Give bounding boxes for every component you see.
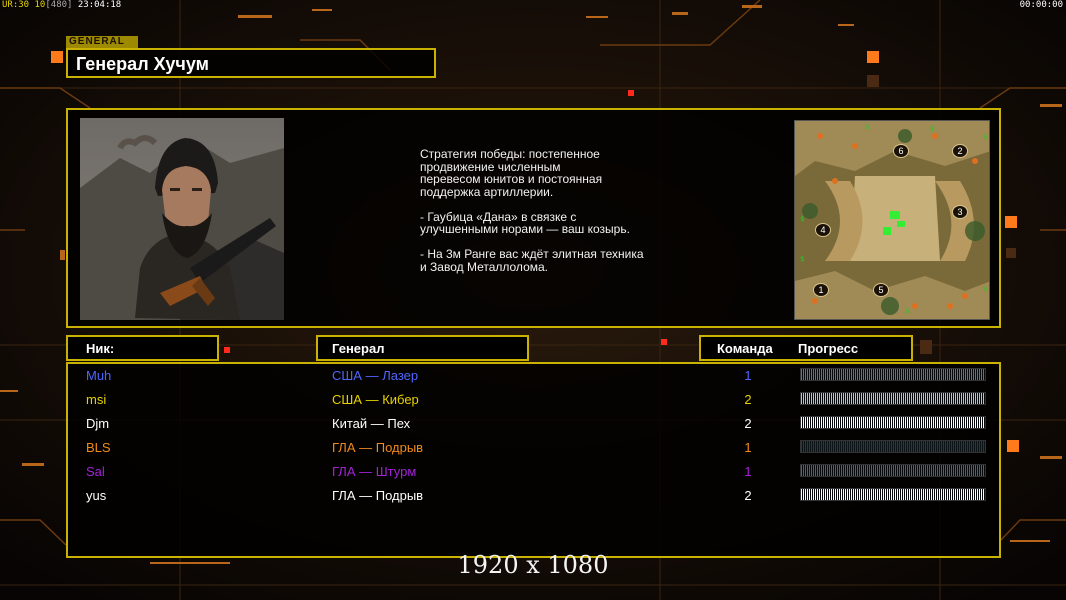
hud-bracket: [480] [45,0,73,10]
player-nick: yus [86,488,107,503]
player-nick: BLS [86,440,111,455]
start-position-marker: 3 [952,205,968,219]
player-row: Djm Китай — Пех 2 [68,412,999,436]
start-position-marker: 2 [952,144,968,158]
player-general: США — Кибер [332,392,419,407]
nick-header-label: Ник: [86,341,115,356]
player-nick: Muh [86,368,112,383]
svg-text:$: $ [983,285,987,293]
general-tag: GENERAL [66,36,138,48]
player-nick: msi [86,392,107,407]
player-general: ГЛА — Подрыв [332,440,424,455]
svg-text:$: $ [800,255,804,263]
resolution-caption: 1920 x 1080 [457,551,609,579]
player-progress-bar [800,488,986,501]
team-header-label: Команда [717,341,773,356]
svg-text:$: $ [905,307,909,315]
player-row: yus ГЛА — Подрыв 2 [68,484,999,508]
player-row: Muh США — Лазер 1 [68,364,999,388]
svg-text:$: $ [865,123,869,131]
start-position-marker: 5 [873,283,889,297]
start-position-marker: 6 [893,144,909,158]
general-name: Генерал Хучум [76,54,209,74]
player-general: США — Лазер [332,368,419,383]
player-list: Muh США — Лазер 1 msi США — Кибер 2 Djm … [66,362,1001,558]
player-general: ГЛА — Штурм [332,464,417,479]
player-nick: Sal [86,464,105,479]
start-position-marker: 4 [815,223,831,237]
minimap: $ $ $ $ $ $ $ 1 2 3 4 5 6 [794,120,990,320]
general-header-label: Генерал [332,341,385,356]
svg-text:$: $ [930,125,934,133]
player-nick: Djm [86,416,110,431]
hud-clock: 23:04:18 [77,0,122,10]
player-team: 2 [744,416,752,431]
player-progress-bar [800,464,986,477]
player-team: 2 [744,488,752,503]
hud-prefix: UR [2,0,13,10]
general-title-panel: Генерал Хучум [66,48,436,78]
player-progress-bar [800,440,986,453]
player-general: Китай — Пех [332,416,411,431]
player-team: 2 [744,392,752,407]
player-general: ГЛА — Подрыв [332,488,424,503]
player-row: BLS ГЛА — Подрыв 1 [68,436,999,460]
player-team: 1 [744,464,752,479]
progress-header-label: Прогресс [798,341,859,356]
player-row: Sal ГЛА — Штурм 1 [68,460,999,484]
nick-header: Ник: [66,335,219,361]
hud-stats: UR:30 10[480] 23:04:18 [2,0,121,10]
player-progress-bar [800,416,986,429]
hud-timer: 00:00:00 [1019,0,1063,10]
svg-text:$: $ [983,133,987,141]
svg-text:$: $ [800,215,804,223]
hud-numbers: :30 10 [12,0,46,10]
general-portrait [80,118,284,320]
player-progress-bar [800,392,986,405]
player-team: 1 [744,368,752,383]
start-position-marker: 1 [813,283,829,297]
player-team: 1 [744,440,752,455]
general-info-panel: Стратегия победы: постепенное продвижени… [66,108,1001,328]
player-row: msi США — Кибер 2 [68,388,999,412]
general-header: Генерал [316,335,529,361]
general-description: Стратегия победы: постепенное продвижени… [420,147,644,274]
team-progress-header: Команда Прогресс [699,335,913,361]
player-progress-bar [800,368,986,381]
